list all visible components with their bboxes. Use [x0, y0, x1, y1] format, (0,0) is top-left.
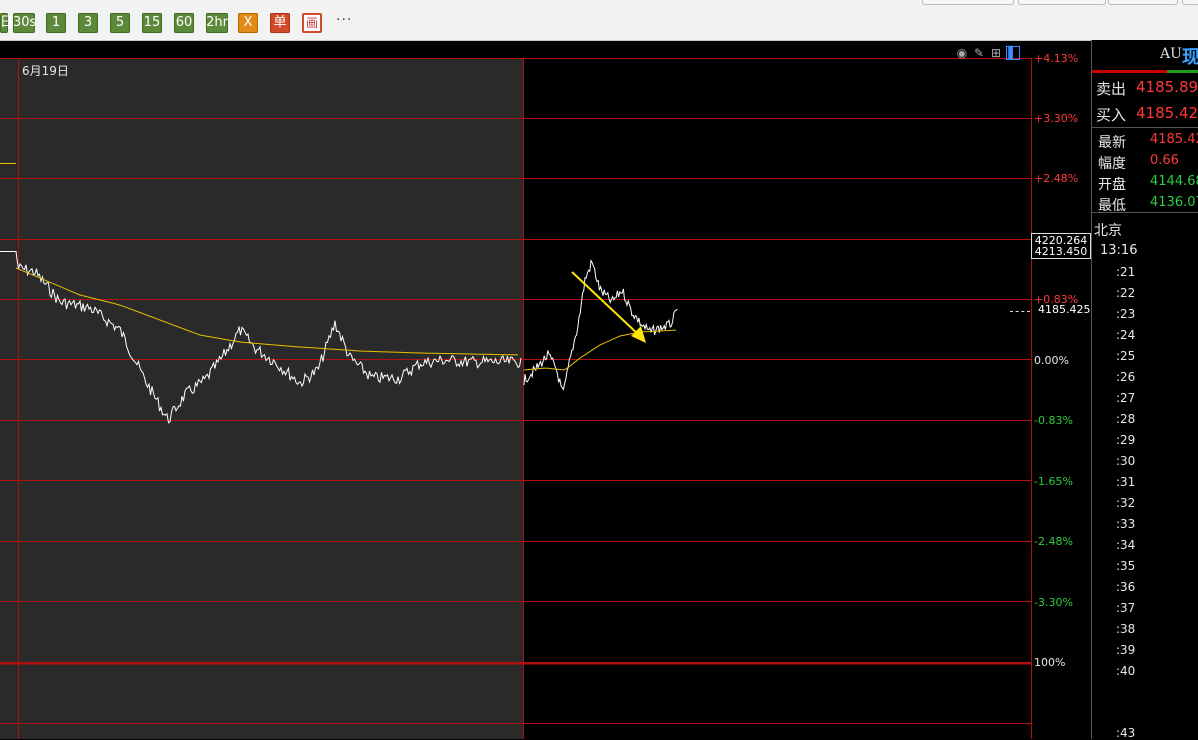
- period-button-3[interactable]: 3: [78, 13, 98, 33]
- symbol-code: AU: [1160, 46, 1182, 62]
- period-button-0[interactable]: 日: [0, 13, 13, 33]
- time-tick: :21: [1116, 265, 1136, 279]
- period-button-5[interactable]: 15: [142, 13, 162, 33]
- time-tick: :36: [1116, 580, 1136, 594]
- stat-value: 4144.68: [1150, 174, 1198, 189]
- top-tab-stub[interactable]: [922, 0, 1014, 5]
- time-tick: :25: [1116, 349, 1136, 363]
- time-tick: :38: [1116, 622, 1136, 636]
- time-tick: :26: [1116, 370, 1136, 384]
- more-button[interactable]: ···: [336, 12, 352, 28]
- stat-value: 4185.42: [1150, 132, 1198, 147]
- time-tick: :37: [1116, 601, 1136, 615]
- stat-label: 最新: [1098, 135, 1126, 151]
- period-button-1[interactable]: 30s: [13, 13, 36, 33]
- period-button-2[interactable]: 1: [46, 13, 66, 33]
- price-line-today: [523, 259, 678, 391]
- date-label: 6月19日: [22, 64, 69, 78]
- sell-row: 卖出 4185.89: [1096, 78, 1198, 99]
- sell-value: 4185.89: [1136, 78, 1198, 96]
- time-tick: :35: [1116, 559, 1136, 573]
- prev-day-background: [0, 58, 523, 739]
- pct-scale-label: -1.65%: [1034, 475, 1073, 488]
- top-tab-stub[interactable]: [1018, 0, 1106, 5]
- period-button-10[interactable]: 画: [302, 13, 322, 33]
- time-tick: :43: [1116, 726, 1136, 740]
- pct-scale-label: -2.48%: [1034, 535, 1073, 548]
- stat-value: 0.66: [1150, 153, 1179, 168]
- buy-row: 买入 4185.42: [1096, 104, 1198, 125]
- eye-icon[interactable]: ◉: [955, 46, 969, 60]
- time-tick: :24: [1116, 328, 1136, 342]
- time-tick: :32: [1116, 496, 1136, 510]
- pct-scale-label: -3.30%: [1034, 596, 1073, 609]
- time-tick: :33: [1116, 517, 1136, 531]
- grid-icon[interactable]: ⊞: [989, 46, 1003, 60]
- quote-panel: AU 现 卖出 4185.89 买入 4185.42 最新 4185.42 幅度 0.…: [1091, 40, 1198, 740]
- period-button-4[interactable]: 5: [110, 13, 130, 33]
- period-button-9[interactable]: 单: [270, 13, 290, 33]
- avg-line-today: [523, 329, 677, 371]
- price-second-box: 4213.450: [1031, 246, 1091, 259]
- panel-header: AU 现: [1092, 40, 1198, 70]
- stat-row: 幅度 0.66: [1098, 153, 1179, 173]
- time-tick: :29: [1116, 433, 1136, 447]
- period-toolbar: 日 30s 1 3 5 15 60 2hr X 单画 ···: [0, 0, 1198, 41]
- intraday-chart[interactable]: 6月19日 ◉ ✎ ⊞ ▌ +4.13% +3.30% +2.48% +0.83% 0.00%…: [0, 40, 1091, 739]
- symbol-name: 现: [1182, 47, 1198, 68]
- period-button-7[interactable]: 2hr: [206, 13, 228, 33]
- time-tick: :30: [1116, 454, 1136, 468]
- time-tick: :23: [1116, 307, 1136, 321]
- buy-label: 买入: [1096, 106, 1127, 124]
- stat-row: 最新 4185.42: [1098, 132, 1198, 152]
- divider: [1092, 212, 1198, 213]
- time-tick: :31: [1116, 475, 1136, 489]
- time-tick: :40: [1116, 664, 1136, 678]
- current-price-dash: [1010, 311, 1030, 312]
- trade-time: 13:16: [1100, 243, 1138, 258]
- top-tab-stub[interactable]: [1182, 0, 1198, 5]
- bid-ask-ratio-bar: [1092, 70, 1198, 73]
- time-tick: :39: [1116, 643, 1136, 657]
- period-button-6[interactable]: 60: [174, 13, 194, 33]
- panel-toggle-icon[interactable]: ▌: [1006, 46, 1020, 60]
- time-tick: :22: [1116, 286, 1136, 300]
- volume-scale-label: 100%: [1034, 656, 1066, 669]
- stat-row: 开盘 4144.68: [1098, 174, 1198, 194]
- pencil-icon[interactable]: ✎: [972, 46, 986, 60]
- pct-scale-label: +2.48%: [1034, 172, 1079, 185]
- period-button-8[interactable]: X: [238, 13, 258, 33]
- sell-label: 卖出: [1096, 80, 1127, 98]
- divider: [1092, 127, 1198, 128]
- stat-label: 开盘: [1098, 177, 1126, 193]
- time-tick: :28: [1116, 412, 1136, 426]
- location-label: 北京: [1094, 223, 1122, 239]
- stat-value: 4136.07: [1150, 195, 1198, 210]
- chart-canvas[interactable]: [0, 40, 1091, 739]
- stat-label: 幅度: [1098, 156, 1126, 172]
- pct-scale-label: +3.30%: [1034, 112, 1079, 125]
- top-tab-stub[interactable]: [1108, 0, 1178, 5]
- buy-value: 4185.42: [1136, 104, 1198, 122]
- pct-scale-label: -0.83%: [1034, 414, 1073, 427]
- pct-scale-label: +4.13%: [1034, 52, 1079, 65]
- current-price-label: 4185.425: [1038, 303, 1091, 316]
- time-tick: :34: [1116, 538, 1136, 552]
- time-tick: :27: [1116, 391, 1136, 405]
- chart-tool-icons: ◉ ✎ ⊞ ▌: [955, 42, 1023, 60]
- pct-scale-label: 0.00%: [1034, 354, 1069, 367]
